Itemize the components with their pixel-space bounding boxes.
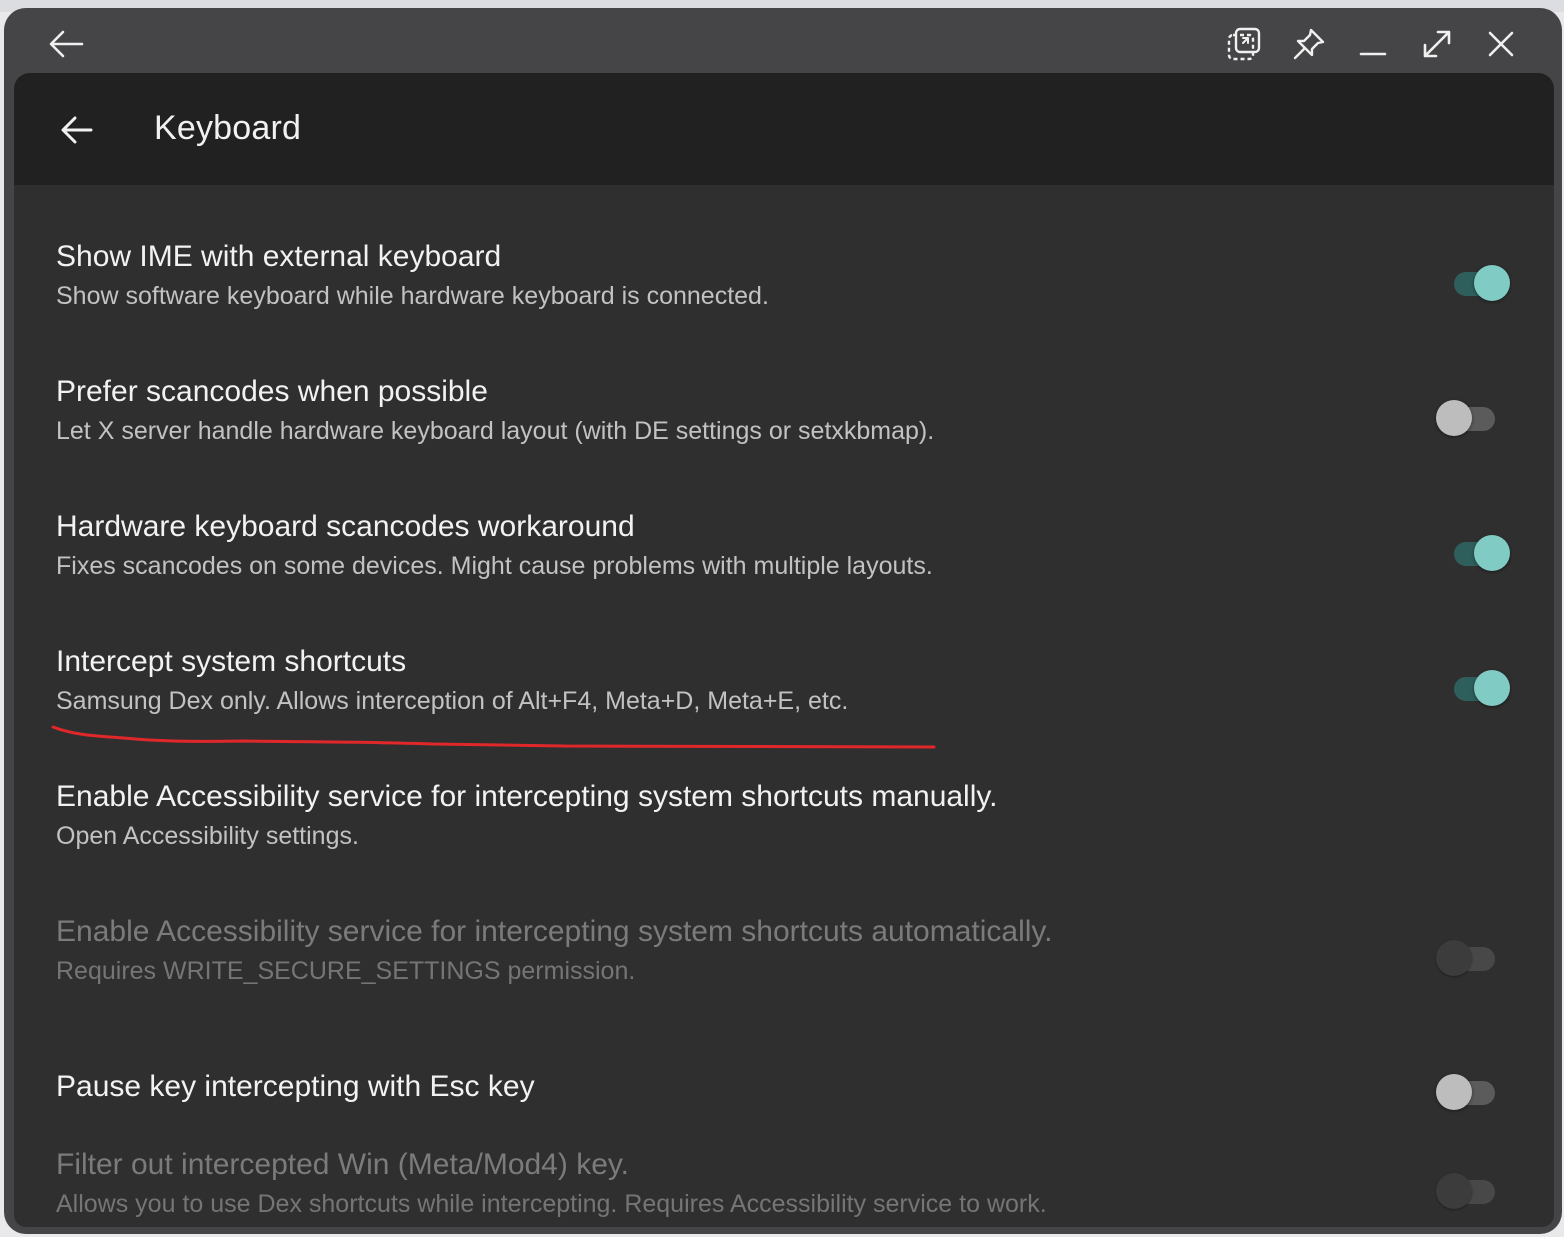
filter-win-key-switch xyxy=(1436,1170,1506,1214)
pref-prefer-scancodes[interactable]: Prefer scancodes when possible Let X ser… xyxy=(14,362,1554,497)
keyboard-settings-screen: Keyboard Show IME with external keyboard… xyxy=(14,73,1554,1227)
pref-summary: Samsung Dex only. Allows interception of… xyxy=(56,687,849,715)
pref-title: Intercept system shortcuts xyxy=(56,645,407,678)
page-title: Keyboard xyxy=(154,109,302,147)
pref-title: Hardware keyboard scancodes workaround xyxy=(56,510,635,543)
pref-summary: Let X server handle hardware keyboard la… xyxy=(56,417,935,445)
switch-thumb xyxy=(1474,265,1510,301)
back-icon xyxy=(49,30,84,58)
window-close-button[interactable] xyxy=(1479,22,1523,66)
pref-title: Filter out intercepted Win (Meta/Mod4) k… xyxy=(56,1148,629,1181)
pref-enable-accessibility-automatic: Enable Accessibility service for interce… xyxy=(14,902,1554,1037)
switch-thumb xyxy=(1474,535,1510,571)
pause-esc-switch[interactable] xyxy=(1436,1071,1506,1115)
pref-summary: Allows you to use Dex shortcuts while in… xyxy=(56,1190,1047,1218)
screenshot-icon xyxy=(1227,27,1261,61)
window-screenshot-button[interactable] xyxy=(1222,22,1266,66)
pref-summary: Open Accessibility settings. xyxy=(56,822,359,850)
window-minimize-button[interactable] xyxy=(1351,22,1395,66)
prefer-scancodes-switch[interactable] xyxy=(1436,397,1506,441)
pref-enable-accessibility-manual[interactable]: Enable Accessibility service for interce… xyxy=(14,767,1554,902)
pref-filter-win-key: Filter out intercepted Win (Meta/Mod4) k… xyxy=(14,1135,1554,1227)
window-pin-button[interactable] xyxy=(1287,22,1331,66)
pref-show-ime[interactable]: Show IME with external keyboard Show sof… xyxy=(14,227,1554,362)
accessibility-automatic-switch xyxy=(1436,937,1506,981)
pref-title: Pause key intercepting with Esc key xyxy=(56,1070,535,1103)
app-window: Keyboard Show IME with external keyboard… xyxy=(4,8,1562,1234)
window-maximize-button[interactable] xyxy=(1415,22,1459,66)
pref-intercept-system-shortcuts[interactable]: Intercept system shortcuts Samsung Dex o… xyxy=(14,632,1554,767)
pref-summary: Requires WRITE_SECURE_SETTINGS permissio… xyxy=(56,957,636,985)
pref-hardware-scancodes-workaround[interactable]: Hardware keyboard scancodes workaround F… xyxy=(14,497,1554,632)
pref-pause-intercepting-esc[interactable]: Pause key intercepting with Esc key xyxy=(14,1037,1554,1147)
intercept-shortcuts-switch[interactable] xyxy=(1440,667,1510,711)
window-titlebar xyxy=(4,8,1562,74)
maximize-icon xyxy=(1423,30,1451,58)
switch-thumb xyxy=(1436,400,1472,436)
switch-thumb xyxy=(1436,1074,1472,1110)
appbar-back-button[interactable] xyxy=(52,107,102,153)
pref-summary: Show software keyboard while hardware ke… xyxy=(56,282,769,310)
switch-thumb xyxy=(1436,1173,1472,1209)
scancodes-workaround-switch[interactable] xyxy=(1440,532,1510,576)
pref-title: Prefer scancodes when possible xyxy=(56,375,488,408)
minimize-icon xyxy=(1359,52,1387,56)
show-ime-switch[interactable] xyxy=(1440,262,1510,306)
switch-thumb xyxy=(1474,670,1510,706)
pref-title: Enable Accessibility service for interce… xyxy=(56,915,1053,948)
app-bar: Keyboard xyxy=(14,73,1554,185)
close-icon xyxy=(1488,31,1514,57)
pref-title: Show IME with external keyboard xyxy=(56,240,502,273)
arrow-left-icon xyxy=(61,116,93,144)
pref-title: Enable Accessibility service for interce… xyxy=(56,780,998,813)
pref-summary: Fixes scancodes on some devices. Might c… xyxy=(56,552,933,580)
window-back-button[interactable] xyxy=(44,22,88,66)
pin-icon xyxy=(1293,28,1325,60)
switch-thumb xyxy=(1436,940,1472,976)
